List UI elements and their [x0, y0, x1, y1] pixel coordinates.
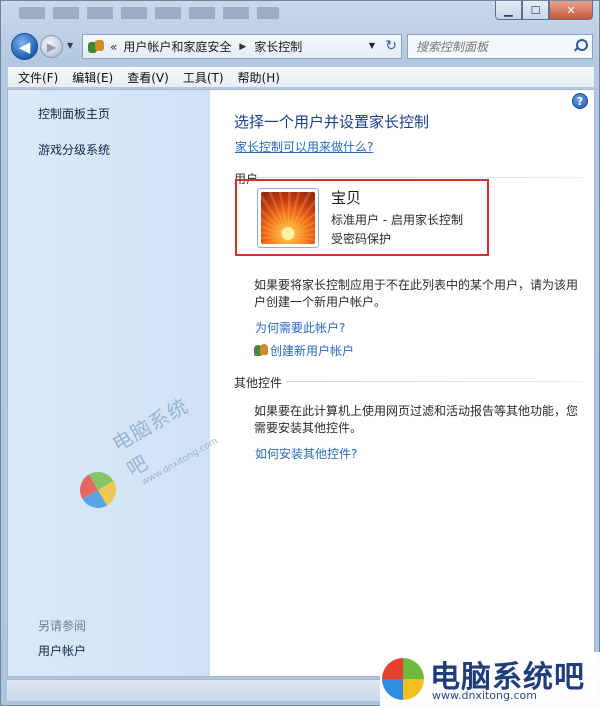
create-account-row[interactable]: 创建新用户帐户 — [254, 342, 354, 359]
control-panel-icon — [86, 38, 106, 56]
title-bar: ▁ ☐ ✕ — [1, 1, 599, 29]
user-account-type: 标准用户 - 启用家长控制 — [331, 213, 463, 227]
menu-edit[interactable]: 编辑(E) — [66, 69, 121, 86]
address-bar[interactable]: « 用户帐户和家庭安全 ▶ 家长控制 ▼ ↻ — [82, 34, 402, 59]
refresh-icon[interactable]: ↻ — [385, 38, 397, 54]
users-section-divider — [250, 177, 582, 178]
breadcrumb-separator-icon[interactable]: ▶ — [239, 42, 246, 52]
search-icon[interactable] — [574, 39, 588, 51]
close-button[interactable]: ✕ — [549, 1, 593, 20]
navigation-bar: ◀ ▶ ▼ « 用户帐户和家庭安全 ▶ 家长控制 ▼ ↻ — [7, 31, 595, 63]
forward-arrow-icon: ▶ — [46, 39, 57, 54]
page-title: 选择一个用户并设置家长控制 — [234, 113, 430, 131]
other-controls-section-label: 其他控件 — [234, 376, 283, 390]
user-name: 宝贝 — [331, 189, 362, 207]
search-input[interactable] — [416, 39, 566, 54]
search-box[interactable] — [407, 34, 593, 59]
user-password-status: 受密码保护 — [331, 232, 392, 246]
back-button[interactable]: ◀ — [11, 33, 38, 60]
address-overflow-chevron[interactable]: « — [110, 40, 117, 54]
corner-logo-url: www.dnxitong.com — [432, 689, 537, 702]
why-need-account-link[interactable]: 为何需要此帐户? — [255, 319, 345, 336]
corner-logo: 电脑系统吧 www.dnxitong.com — [380, 652, 600, 706]
watermark-text-cn: 电脑系统吧 — [108, 393, 193, 482]
sidebar: 控制面板主页 游戏分级系统 另请参阅 用户帐户 电脑系统吧 www.dnxito… — [8, 90, 220, 676]
menu-bar: 文件(F) 编辑(E) 查看(V) 工具(T) 帮助(H) — [7, 66, 595, 88]
main-panel: ? 选择一个用户并设置家长控制 家长控制可以用来做什么? 用户 宝贝 标准用户 … — [210, 90, 594, 676]
sidebar-item-user-accounts[interactable]: 用户帐户 — [38, 642, 86, 659]
users-icon — [254, 344, 269, 357]
watermark-logo — [73, 465, 123, 515]
address-dropdown-icon[interactable]: ▼ — [369, 41, 375, 50]
create-new-account-link[interactable]: 创建新用户帐户 — [270, 344, 354, 358]
window-title — [19, 7, 279, 19]
sidebar-item-game-ratings[interactable]: 游戏分级系统 — [38, 141, 110, 158]
how-to-install-controls-link[interactable]: 如何安装其他控件? — [255, 445, 357, 462]
sidebar-item-control-panel-home[interactable]: 控制面板主页 — [38, 105, 110, 122]
minimize-button[interactable]: ▁ — [495, 1, 522, 20]
help-icon[interactable]: ? — [572, 93, 588, 109]
breadcrumb-parental-controls[interactable]: 家长控制 — [254, 38, 302, 55]
recent-pages-dropdown[interactable]: ▼ — [67, 41, 73, 50]
caption-buttons: ▁ ☐ ✕ — [495, 1, 593, 20]
add-user-description: 如果要将家长控制应用于不在此列表中的某个用户，请为该用户创建一个新用户帐户。 — [254, 278, 579, 309]
maximize-button[interactable]: ☐ — [522, 1, 549, 20]
menu-view[interactable]: 查看(V) — [121, 69, 177, 86]
content-area: 控制面板主页 游戏分级系统 另请参阅 用户帐户 电脑系统吧 www.dnxito… — [7, 89, 595, 677]
see-also-heading: 另请参阅 — [38, 619, 87, 633]
user-account-tile[interactable]: 宝贝 标准用户 - 启用家长控制 受密码保护 — [235, 179, 489, 256]
menu-file[interactable]: 文件(F) — [12, 69, 66, 86]
back-arrow-icon: ◀ — [18, 37, 31, 56]
menu-tools[interactable]: 工具(T) — [177, 69, 232, 86]
what-can-parental-controls-do-link[interactable]: 家长控制可以用来做什么? — [235, 138, 373, 155]
menu-help[interactable]: 帮助(H) — [232, 69, 288, 86]
breadcrumb-user-accounts[interactable]: 用户帐户和家庭安全 — [123, 38, 231, 55]
other-controls-description: 如果要在此计算机上使用网页过滤和活动报告等其他功能，您需要安装其他控件。 — [254, 404, 579, 435]
forward-button[interactable]: ▶ — [40, 35, 63, 58]
other-controls-divider — [286, 381, 582, 382]
corner-logo-icon — [382, 658, 424, 700]
user-avatar — [257, 188, 319, 248]
window-frame: ▁ ☐ ✕ ◀ ▶ ▼ « 用户帐户和家庭安全 ▶ 家长控制 ▼ ↻ 文件(F)… — [0, 0, 600, 706]
